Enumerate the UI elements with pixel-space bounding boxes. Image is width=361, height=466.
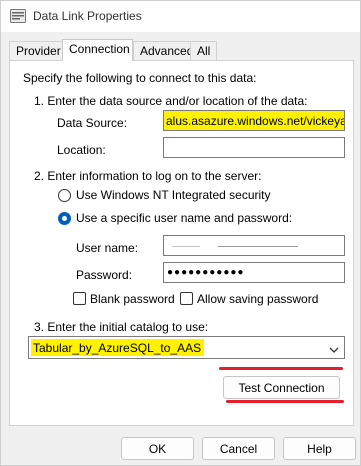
blank-password-label: Blank password — [90, 292, 175, 306]
password-field[interactable]: ●●●●●●●●●●● — [163, 262, 345, 283]
data-source-value: alus.asazure.windows.net/vickeyaas — [164, 111, 344, 130]
cancel-button[interactable]: Cancel — [202, 437, 275, 460]
intro-text: Specify the following to connect to this… — [23, 71, 257, 85]
location-label: Location: — [57, 143, 106, 157]
tab-connection[interactable]: Connection — [62, 39, 133, 61]
radio-specific-user-label: Use a specific user name and password: — [76, 211, 293, 225]
user-name-label: User name: — [76, 241, 139, 255]
initial-catalog-select[interactable]: Tabular_by_AzureSQL_to_AAS — [28, 336, 345, 359]
step1-label: 1. Enter the data source and/or location… — [34, 94, 308, 108]
ok-button[interactable]: OK — [121, 437, 194, 460]
title-bar: Data Link Properties — [1, 1, 360, 32]
connection-panel: Specify the following to connect to this… — [9, 60, 354, 426]
redacted-text — [218, 246, 298, 247]
data-source-label: Data Source: — [57, 116, 128, 130]
radio-specific-user[interactable] — [58, 212, 71, 225]
initial-catalog-value: Tabular_by_AzureSQL_to_AAS — [31, 339, 205, 356]
radio-nt-security-label: Use Windows NT Integrated security — [76, 188, 271, 202]
annotation-underline — [226, 400, 344, 403]
redacted-text — [172, 246, 200, 247]
user-name-field[interactable] — [163, 235, 345, 256]
password-label: Password: — [76, 268, 133, 282]
step2-label: 2. Enter information to log on to the se… — [34, 169, 262, 183]
help-button[interactable]: Help — [283, 437, 356, 460]
allow-saving-password-label: Allow saving password — [197, 292, 319, 306]
window-title: Data Link Properties — [33, 9, 142, 23]
test-connection-button[interactable]: Test Connection — [223, 376, 340, 399]
annotation-underline — [219, 367, 343, 370]
location-field[interactable] — [163, 137, 345, 158]
data-link-properties-dialog: Data Link Properties Provider Connection… — [0, 0, 361, 466]
allow-saving-password-checkbox[interactable] — [180, 292, 193, 305]
tab-all[interactable]: All — [190, 41, 218, 60]
tab-strip: Provider Connection Advanced All — [9, 39, 354, 61]
chevron-down-icon — [329, 343, 339, 353]
data-link-icon — [10, 9, 26, 23]
blank-password-checkbox[interactable] — [73, 292, 86, 305]
radio-nt-security[interactable] — [58, 189, 71, 202]
tab-provider[interactable]: Provider — [9, 41, 68, 60]
data-source-field[interactable]: alus.asazure.windows.net/vickeyaas — [163, 110, 345, 131]
step3-label: 3. Enter the initial catalog to use: — [34, 320, 209, 334]
